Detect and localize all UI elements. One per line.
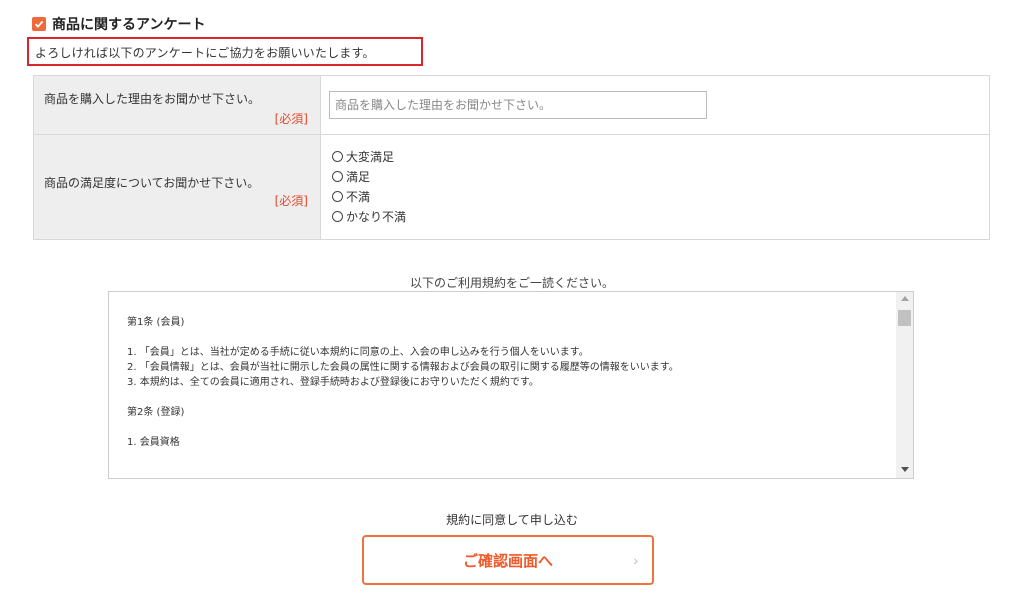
terms-line: 1. 会員資格: [127, 437, 180, 448]
terms-line: 1. 「会員」とは、当社が定める手続に従い本規約に同意の上、入会の申し込みを行う…: [127, 347, 589, 358]
reason-input[interactable]: [329, 91, 707, 119]
radio-label: 満足: [346, 169, 371, 184]
radio-label: 大変満足: [346, 149, 395, 164]
radio-option-very-dissatisfied[interactable]: かなり不満: [332, 206, 406, 226]
form-field-cell: [321, 76, 989, 134]
checkbox-checked-icon: [32, 17, 46, 31]
section-header: 商品に関するアンケート: [32, 14, 205, 34]
radio-button[interactable]: [332, 170, 343, 182]
form-label-cell: 商品の満足度についてお聞かせ下さい。 [必須]: [34, 135, 321, 239]
radio-option-dissatisfied[interactable]: 不満: [332, 186, 406, 206]
terms-line: 3. 本規約は、全ての会員に適用され、登録手続時および登録後にお守りいただく規約…: [127, 377, 539, 388]
terms-line: 2. 「会員情報」とは、会員が当社に開示した会員の属性に関する情報および会員の取…: [127, 362, 679, 373]
survey-note: よろしければ以下のアンケートにご協力をお願いいたします。: [35, 46, 375, 60]
required-mark: [必須]: [274, 194, 308, 208]
form-row-satisfaction: 商品の満足度についてお聞かせ下さい。 [必須] 大変満足 満足 不満 かなり不満: [34, 135, 989, 239]
form-label-cell: 商品を購入した理由をお聞かせ下さい。 [必須]: [34, 76, 321, 134]
radio-button[interactable]: [332, 190, 343, 202]
radio-button[interactable]: [332, 150, 343, 162]
radio-label: かなり不満: [346, 209, 407, 224]
scroll-down-arrow-icon[interactable]: [901, 467, 909, 472]
agree-text: 規約に同意して申し込む: [446, 513, 578, 527]
scroll-thumb[interactable]: [898, 310, 911, 326]
terms-content: 第1条 (会員) 1. 「会員」とは、当社が定める手続に従い本規約に同意の上、入…: [127, 315, 679, 450]
terms-scrollbar[interactable]: [896, 292, 913, 478]
terms-article-heading: 第2条 (登録): [127, 407, 185, 418]
scroll-up-arrow-icon[interactable]: [901, 296, 909, 301]
terms-article-heading: 第1条 (会員): [127, 317, 185, 328]
chevron-right-icon: ›: [633, 552, 638, 568]
survey-form-table: 商品を購入した理由をお聞かせ下さい。 [必須] 商品の満足度についてお聞かせ下さ…: [33, 75, 990, 240]
required-mark: [必須]: [274, 112, 308, 126]
radio-option-satisfied[interactable]: 満足: [332, 166, 406, 186]
form-field-cell: 大変満足 満足 不満 かなり不満: [321, 135, 989, 239]
confirm-button-label: ご確認画面へ: [462, 552, 553, 570]
terms-heading: 以下のご利用規約をご一読ください。: [409, 276, 614, 290]
satisfaction-radio-group: 大変満足 満足 不満 かなり不満: [332, 146, 406, 226]
survey-note-box: よろしければ以下のアンケートにご協力をお願いいたします。: [27, 37, 423, 66]
confirm-button[interactable]: ご確認画面へ ›: [362, 535, 654, 585]
radio-option-very-satisfied[interactable]: 大変満足: [332, 146, 406, 166]
survey-title: 商品に関するアンケート: [52, 17, 206, 33]
radio-label: 不満: [346, 189, 371, 204]
form-row-reason: 商品を購入した理由をお聞かせ下さい。 [必須]: [34, 76, 989, 135]
terms-scroll-box[interactable]: 第1条 (会員) 1. 「会員」とは、当社が定める手続に従い本規約に同意の上、入…: [108, 291, 914, 479]
radio-button[interactable]: [332, 210, 343, 222]
satisfaction-label: 商品の満足度についてお聞かせ下さい。: [44, 176, 260, 190]
reason-label: 商品を購入した理由をお聞かせ下さい。: [44, 92, 261, 106]
